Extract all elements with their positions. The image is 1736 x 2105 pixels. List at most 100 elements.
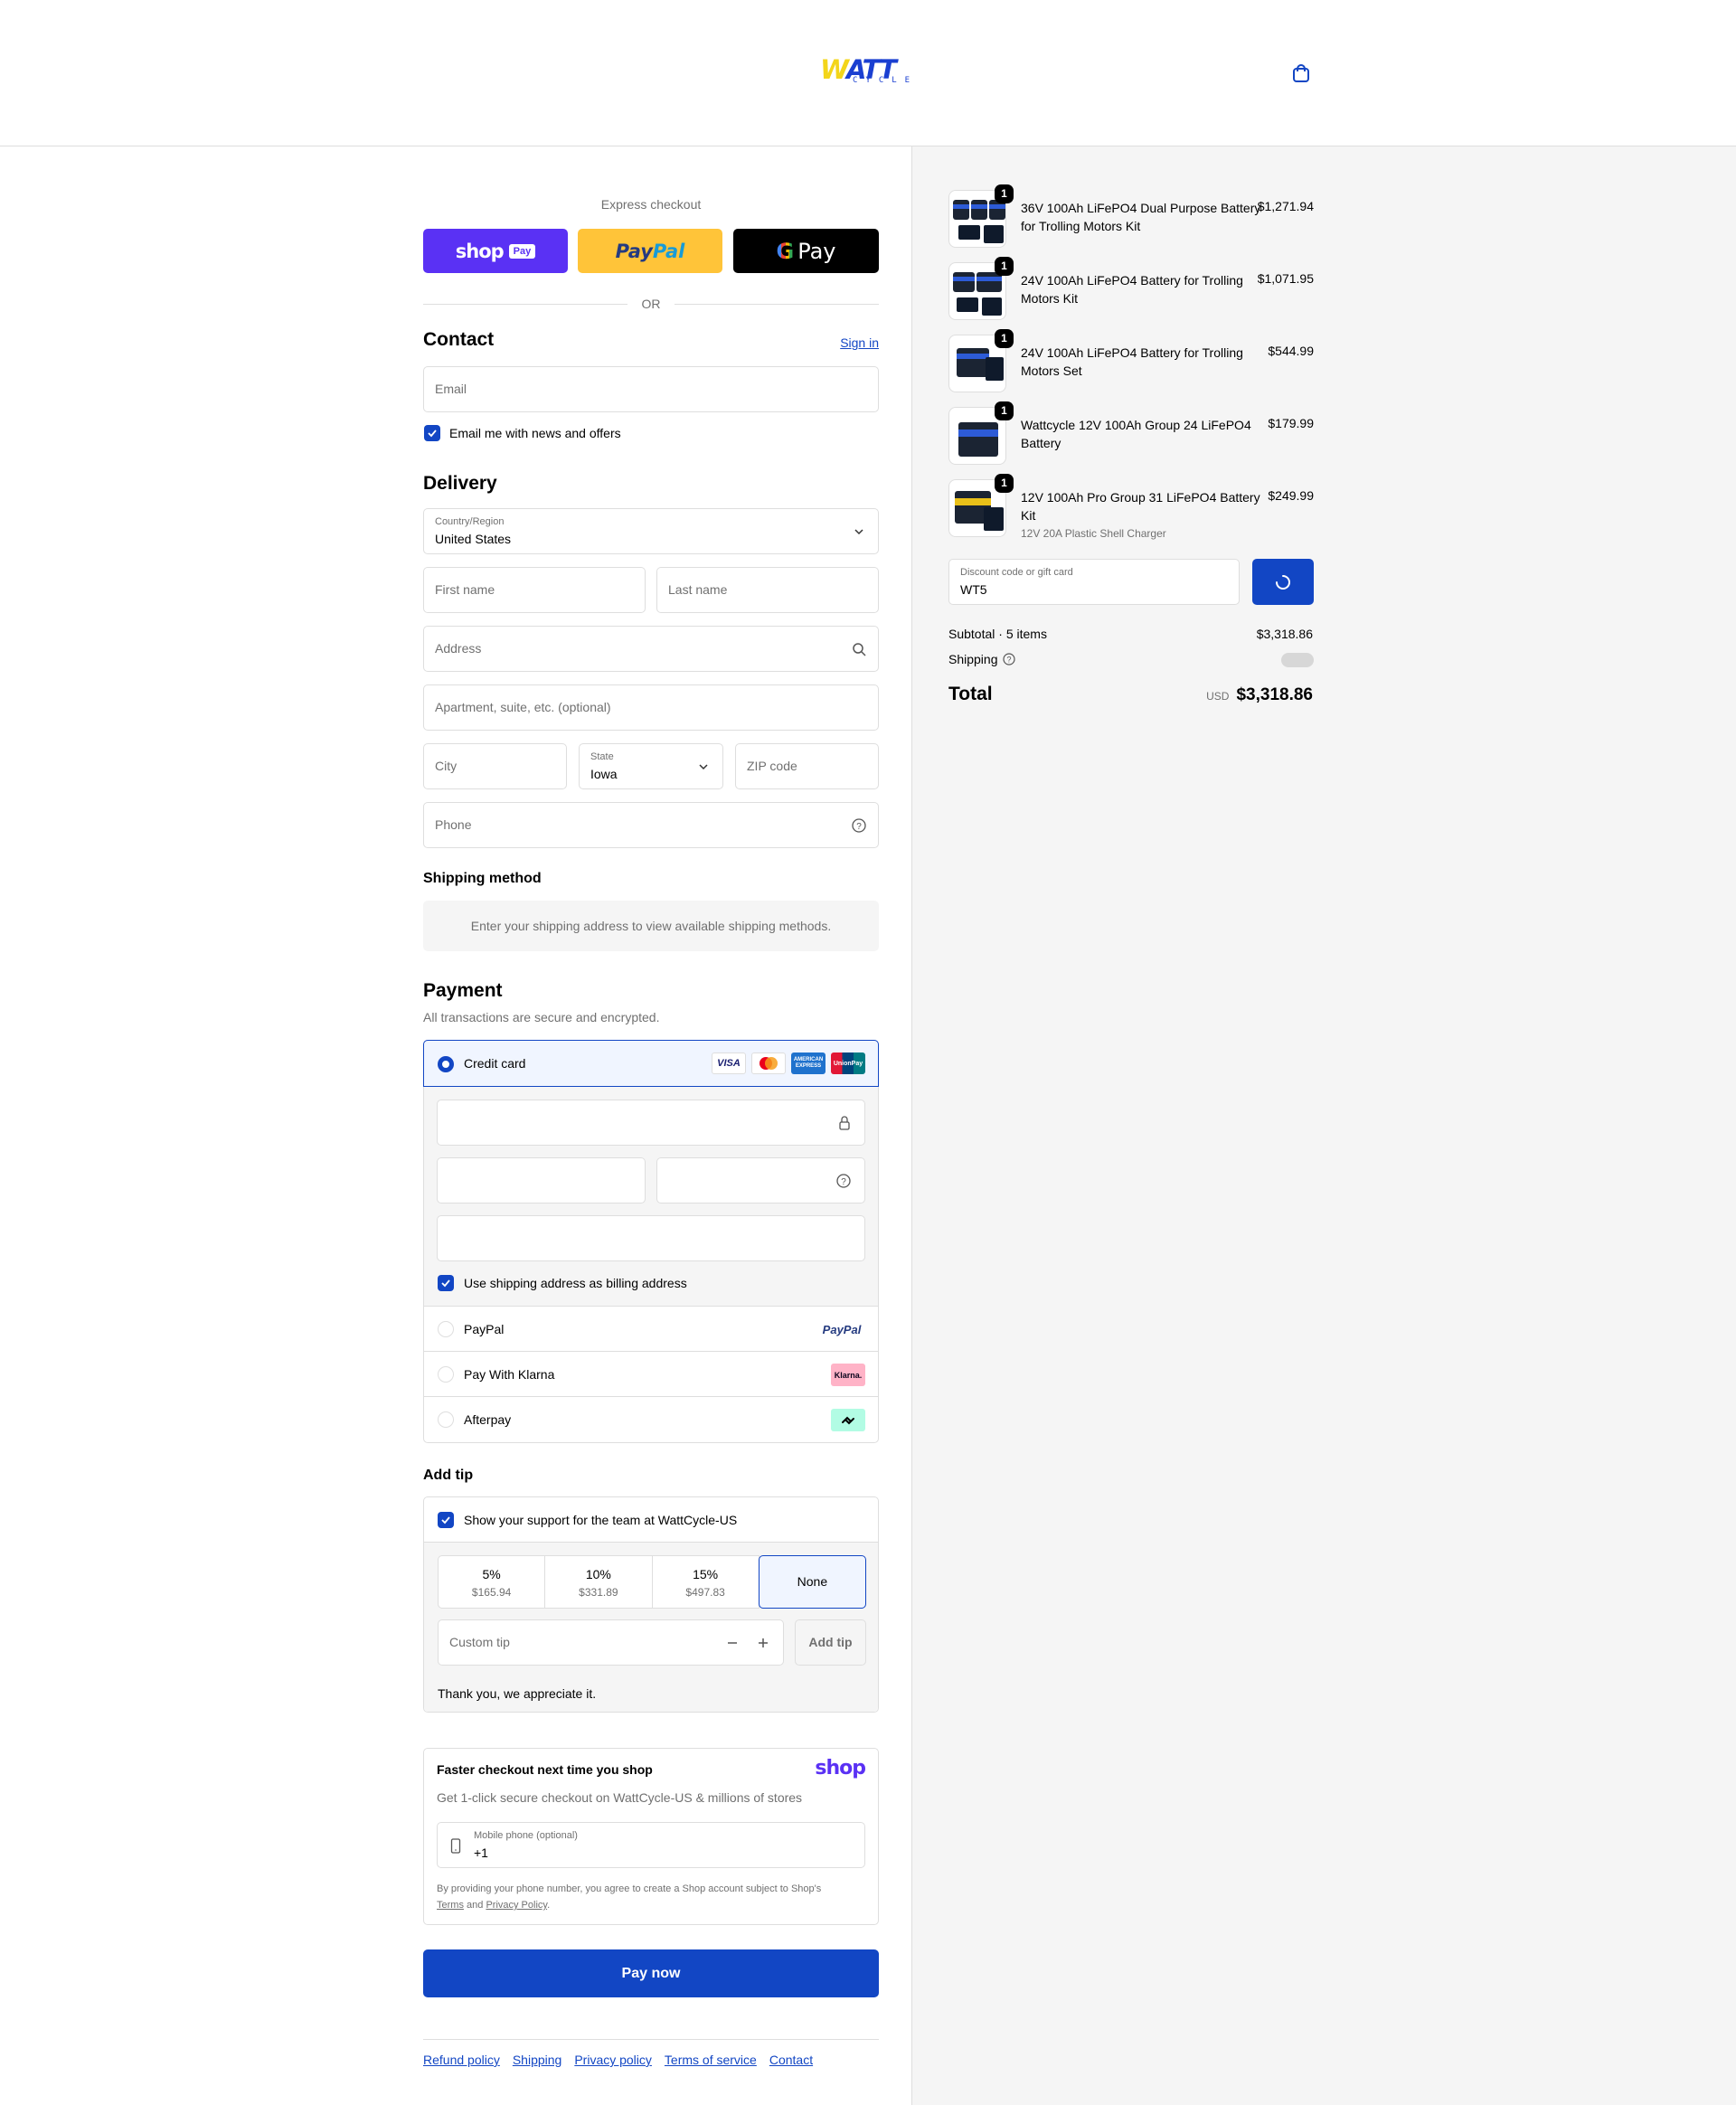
shipping-link[interactable]: Shipping (513, 2053, 562, 2067)
credit-card-label: Credit card (464, 1056, 526, 1071)
tip-option-none[interactable]: None (758, 1555, 866, 1609)
city-field[interactable]: City (423, 743, 567, 789)
shop-save-section: Faster checkout next time you shop shop … (423, 1748, 879, 1925)
svg-text:?: ? (841, 1177, 846, 1187)
afterpay-option[interactable]: Afterpay (424, 1397, 878, 1442)
apartment-field[interactable]: Apartment, suite, etc. (optional) (423, 684, 879, 731)
unionpay-icon: UnionPay (831, 1052, 865, 1074)
paypal-button[interactable]: PayPal (578, 229, 722, 273)
zip-field[interactable]: ZIP code (735, 743, 879, 789)
shop-logo: shop (815, 1757, 866, 1779)
refund-policy-link[interactable]: Refund policy (423, 2053, 500, 2067)
help-icon[interactable]: ? (1002, 653, 1015, 665)
klarna-radio[interactable] (438, 1366, 454, 1383)
help-icon[interactable]: ? (851, 817, 867, 834)
klarna-option[interactable]: Pay With Klarna Klarna. (424, 1352, 878, 1397)
or-divider: OR (423, 297, 879, 311)
tip-option-15[interactable]: 15% $497.83 (651, 1555, 760, 1609)
logo-w: W (820, 54, 848, 85)
quantity-badge: 1 (995, 184, 1014, 203)
shop-pay-button[interactable]: shop Pay (423, 229, 568, 273)
email-field[interactable]: Email (423, 366, 879, 412)
quantity-badge: 1 (995, 257, 1014, 276)
logo-subtext: CYCLE (853, 76, 919, 85)
amex-icon: AMERICAN EXPRESS (791, 1052, 826, 1074)
billing-address-label: Use shipping address as billing address (464, 1276, 687, 1290)
card-number-field[interactable] (437, 1100, 865, 1146)
state-select[interactable]: State Iowa (579, 743, 723, 789)
minus-icon[interactable] (725, 1636, 740, 1650)
svg-text:?: ? (856, 822, 862, 832)
google-pay-button[interactable]: G Pay (733, 229, 879, 273)
tip-option-10[interactable]: 10% $331.89 (544, 1555, 653, 1609)
add-tip-title: Add tip (423, 1468, 474, 1483)
visa-icon: VISA (712, 1052, 746, 1074)
expiration-date-field[interactable] (437, 1157, 646, 1204)
shipping-row: Shipping ? (948, 652, 1015, 666)
help-icon[interactable]: ? (835, 1173, 852, 1189)
footer-links: Refund policy Shipping Privacy policy Te… (423, 2039, 879, 2067)
afterpay-radio[interactable] (438, 1411, 454, 1428)
privacy-policy-link[interactable]: Privacy policy (574, 2053, 652, 2067)
total-value: $3,318.86 (1236, 685, 1313, 704)
first-name-field[interactable]: First name (423, 567, 646, 613)
support-checkbox[interactable] (438, 1512, 454, 1528)
shipping-method-title: Shipping method (423, 871, 542, 886)
product-name: 36V 100Ah LiFePO4 Dual Purpose Battery f… (1021, 201, 1261, 233)
contact-link[interactable]: Contact (769, 2053, 813, 2067)
discount-value: WT5 (960, 582, 987, 597)
line-item: 1 36V 100Ah LiFePO4 Dual Purpose Battery… (948, 184, 1314, 253)
pay-now-button[interactable]: Pay now (423, 1949, 879, 1997)
product-price: $544.99 (1268, 344, 1314, 358)
google-g-icon: G (776, 238, 795, 264)
product-name: 24V 100Ah LiFePO4 Battery for Trolling M… (1021, 273, 1243, 306)
discount-code-input[interactable]: Discount code or gift card WT5 (948, 559, 1240, 605)
credit-card-option[interactable]: Credit card VISA AMERICAN EXPRESS UnionP… (423, 1040, 879, 1087)
billing-address-checkbox[interactable] (438, 1275, 454, 1291)
security-code-field[interactable]: ? (656, 1157, 865, 1204)
shopping-bag-icon[interactable] (1291, 63, 1311, 83)
tip-thanks-text: Thank you, we appreciate it. (438, 1686, 597, 1701)
add-tip-button[interactable]: Add tip (795, 1619, 866, 1666)
order-summary: 1 36V 100Ah LiFePO4 Dual Purpose Battery… (911, 146, 1736, 2105)
newsletter-label: Email me with news and offers (449, 426, 621, 440)
product-price: $1,071.95 (1257, 271, 1314, 286)
name-on-card-field[interactable] (437, 1215, 865, 1261)
apply-discount-button[interactable] (1252, 559, 1314, 605)
custom-tip-field[interactable]: Custom tip (438, 1619, 784, 1666)
terms-link[interactable]: Terms (437, 1900, 464, 1911)
express-checkout-title: Express checkout (600, 197, 702, 212)
payment-subtitle: All transactions are secure and encrypte… (423, 1010, 660, 1024)
tip-option-5[interactable]: 5% $165.94 (438, 1555, 546, 1609)
subtotal-value: $3,318.86 (1256, 627, 1313, 641)
privacy-policy-link[interactable]: Privacy Policy (486, 1900, 547, 1911)
product-name: 24V 100Ah LiFePO4 Battery for Trolling M… (1021, 345, 1243, 378)
contact-title: Contact (423, 329, 495, 350)
lock-icon (839, 1116, 850, 1130)
product-price: $1,271.94 (1257, 199, 1314, 213)
country-select[interactable]: Country/Region United States (423, 508, 879, 554)
shop-legal-text: By providing your phone number, you agre… (437, 1883, 822, 1911)
svg-text:?: ? (1006, 656, 1011, 665)
phone-field[interactable]: Phone ? (423, 802, 879, 848)
mastercard-icon (751, 1052, 786, 1074)
credit-card-radio[interactable] (438, 1056, 454, 1072)
support-label: Show your support for the team at WattCy… (464, 1513, 738, 1527)
terms-of-service-link[interactable]: Terms of service (665, 2053, 757, 2067)
last-name-field[interactable]: Last name (656, 567, 879, 613)
discount-label: Discount code or gift card (960, 567, 1073, 578)
newsletter-checkbox[interactable] (424, 425, 440, 441)
line-item: 1 Wattcycle 12V 100Ah Group 24 LiFePO4 B… (948, 401, 1314, 470)
product-price: $249.99 (1268, 488, 1314, 503)
sign-in-link[interactable]: Sign in (840, 335, 879, 350)
wattcycle-logo[interactable]: WATT CYCLE (820, 54, 919, 85)
address-field[interactable]: Address (423, 626, 879, 672)
plus-icon[interactable] (756, 1636, 770, 1650)
search-icon (853, 643, 866, 656)
paypal-option[interactable]: PayPal PayPal (424, 1307, 878, 1352)
shop-save-title: Faster checkout next time you shop (437, 1762, 653, 1777)
paypal-logo-icon: PayPal (822, 1323, 862, 1336)
chevron-down-icon (854, 529, 863, 535)
paypal-radio[interactable] (438, 1321, 454, 1337)
mobile-phone-field[interactable]: Mobile phone (optional) +1 (437, 1822, 865, 1868)
